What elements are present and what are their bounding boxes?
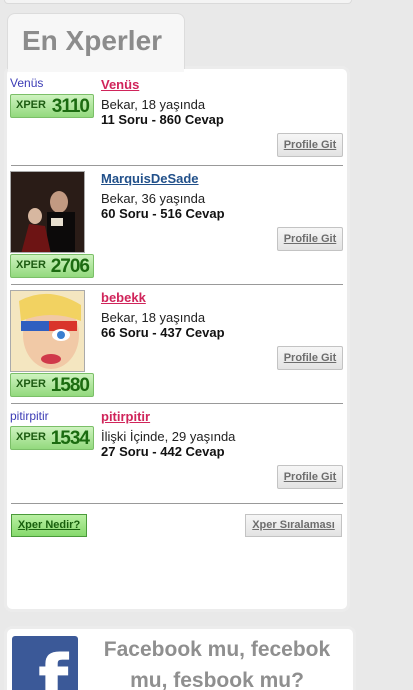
user-stats: 11 Soru - 860 Cevap — [101, 112, 224, 127]
xper-ranking-button[interactable]: Xper Sıralaması — [245, 514, 342, 537]
xper-label: XPER — [16, 99, 46, 111]
divider — [11, 165, 343, 166]
user-stats: 27 Soru - 442 Cevap — [101, 444, 225, 459]
avatar-photo — [11, 172, 84, 252]
avatar-alt-text: Venüs — [10, 76, 44, 90]
profile-button[interactable]: Profile Git — [277, 465, 343, 489]
xper-label: XPER — [16, 259, 46, 271]
xper-score: 2706 — [50, 256, 90, 277]
user-name-link[interactable]: pitirpitir — [101, 409, 150, 424]
user-avatar[interactable]: Venüs — [10, 76, 85, 96]
xper-label: XPER — [16, 378, 46, 390]
facebook-logo-icon[interactable]: f — [12, 636, 78, 690]
what-is-xper-button[interactable]: Xper Nedir? — [11, 514, 87, 537]
user-avatar[interactable] — [10, 171, 85, 253]
xper-score: 1580 — [50, 375, 90, 396]
profile-button[interactable]: Profile Git — [277, 346, 343, 370]
user-avatar[interactable] — [10, 290, 85, 372]
divider — [11, 403, 343, 404]
facebook-logo-letter: f — [38, 640, 69, 690]
xper-label: XPER — [16, 431, 46, 443]
divider — [11, 284, 343, 285]
xper-score: 3110 — [51, 96, 90, 117]
previous-panel-edge — [4, 0, 352, 4]
profile-button[interactable]: Profile Git — [277, 133, 343, 157]
avatar-alt-text: pitirpitir — [10, 409, 49, 423]
user-status: Bekar, 36 yaşında — [101, 191, 206, 206]
user-name-link[interactable]: MarquisDeSade — [101, 171, 199, 186]
xper-score-badge: XPER 3110 — [10, 94, 94, 118]
user-stats: 60 Soru - 516 Cevap — [101, 206, 225, 221]
xper-score-badge: XPER 1580 — [10, 373, 94, 397]
user-stats: 66 Soru - 437 Cevap — [101, 325, 225, 340]
user-status: İlişki İçinde, 29 yaşında — [101, 429, 236, 444]
section-title: En Xperler — [22, 25, 163, 56]
tab-joint — [8, 62, 184, 72]
user-name-link[interactable]: Venüs — [101, 77, 139, 92]
user-status: Bekar, 18 yaşında — [101, 310, 206, 325]
user-status: Bekar, 18 yaşında — [101, 97, 206, 112]
divider — [11, 503, 343, 504]
xper-score: 1534 — [50, 428, 90, 449]
facebook-promo-title[interactable]: Facebook mu, fecebok mu, fesbook mu? — [88, 634, 346, 690]
avatar-photo — [11, 291, 84, 371]
xper-score-badge: XPER 1534 — [10, 426, 94, 450]
user-name-link[interactable]: bebekk — [101, 290, 146, 305]
profile-button[interactable]: Profile Git — [277, 227, 343, 251]
xper-score-badge: XPER 2706 — [10, 254, 94, 278]
